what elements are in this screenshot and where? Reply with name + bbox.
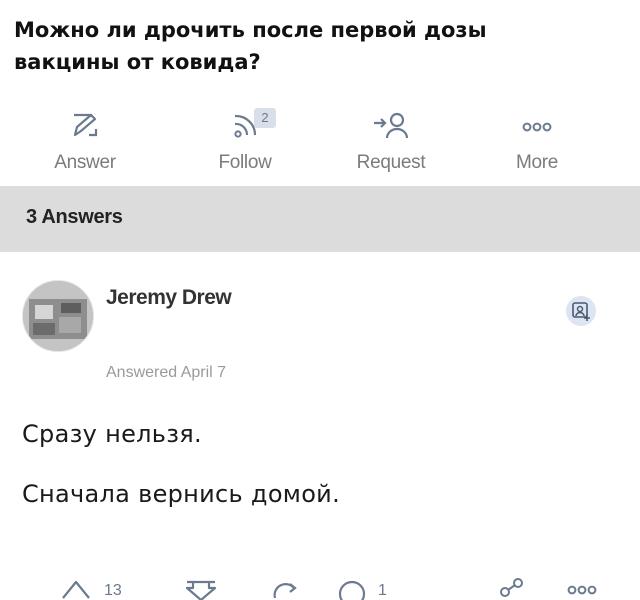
answered-date: Answered April 7 (106, 364, 227, 381)
follow-author-button[interactable] (566, 296, 596, 326)
pencil-icon (30, 108, 140, 142)
follow-label: Follow (218, 152, 272, 173)
follow-count-badge: 2 (254, 108, 276, 128)
answers-count-header: 3 Answers (0, 186, 640, 252)
request-button[interactable]: Request (336, 100, 446, 186)
question-title: Можно ли дрочить после первой дозы вакци… (14, 18, 487, 74)
request-label: Request (356, 152, 426, 173)
more-button[interactable]: More (482, 100, 592, 186)
rss-icon (190, 108, 300, 142)
comment-count: 1 (378, 582, 387, 599)
answer-footer-bar: 13 1 (0, 560, 640, 600)
user-add-icon (572, 302, 590, 321)
answer-button[interactable]: Answer (30, 100, 140, 186)
answer-label: Answer (54, 152, 116, 173)
avatar[interactable] (22, 280, 94, 352)
follow-button[interactable]: 2 Follow (190, 100, 300, 186)
answer-paragraph: Сначала вернись домой. (22, 480, 341, 508)
author-name[interactable]: Jeremy Drew (106, 286, 232, 310)
upvote-count: 13 (104, 582, 122, 599)
more-dots-icon (482, 108, 592, 142)
answer-paragraph: Сразу нельзя. (22, 420, 202, 448)
question-action-bar: Answer 2 Follow Request More (0, 100, 640, 186)
more-label: More (515, 152, 559, 173)
answers-count-label: 3 Answers (26, 206, 123, 228)
request-user-icon (336, 108, 446, 142)
